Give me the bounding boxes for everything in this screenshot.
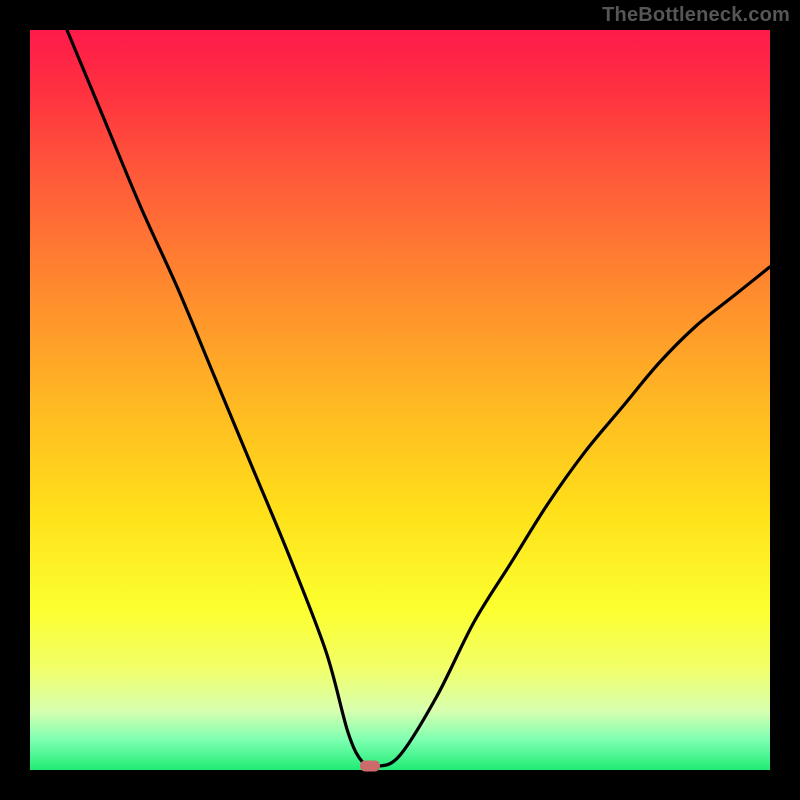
optimum-marker (360, 761, 380, 772)
curve-path (67, 30, 770, 767)
plot-area (30, 30, 770, 770)
bottleneck-curve (30, 30, 770, 770)
watermark-text: TheBottleneck.com (602, 4, 790, 27)
outer-frame: TheBottleneck.com (0, 0, 800, 800)
